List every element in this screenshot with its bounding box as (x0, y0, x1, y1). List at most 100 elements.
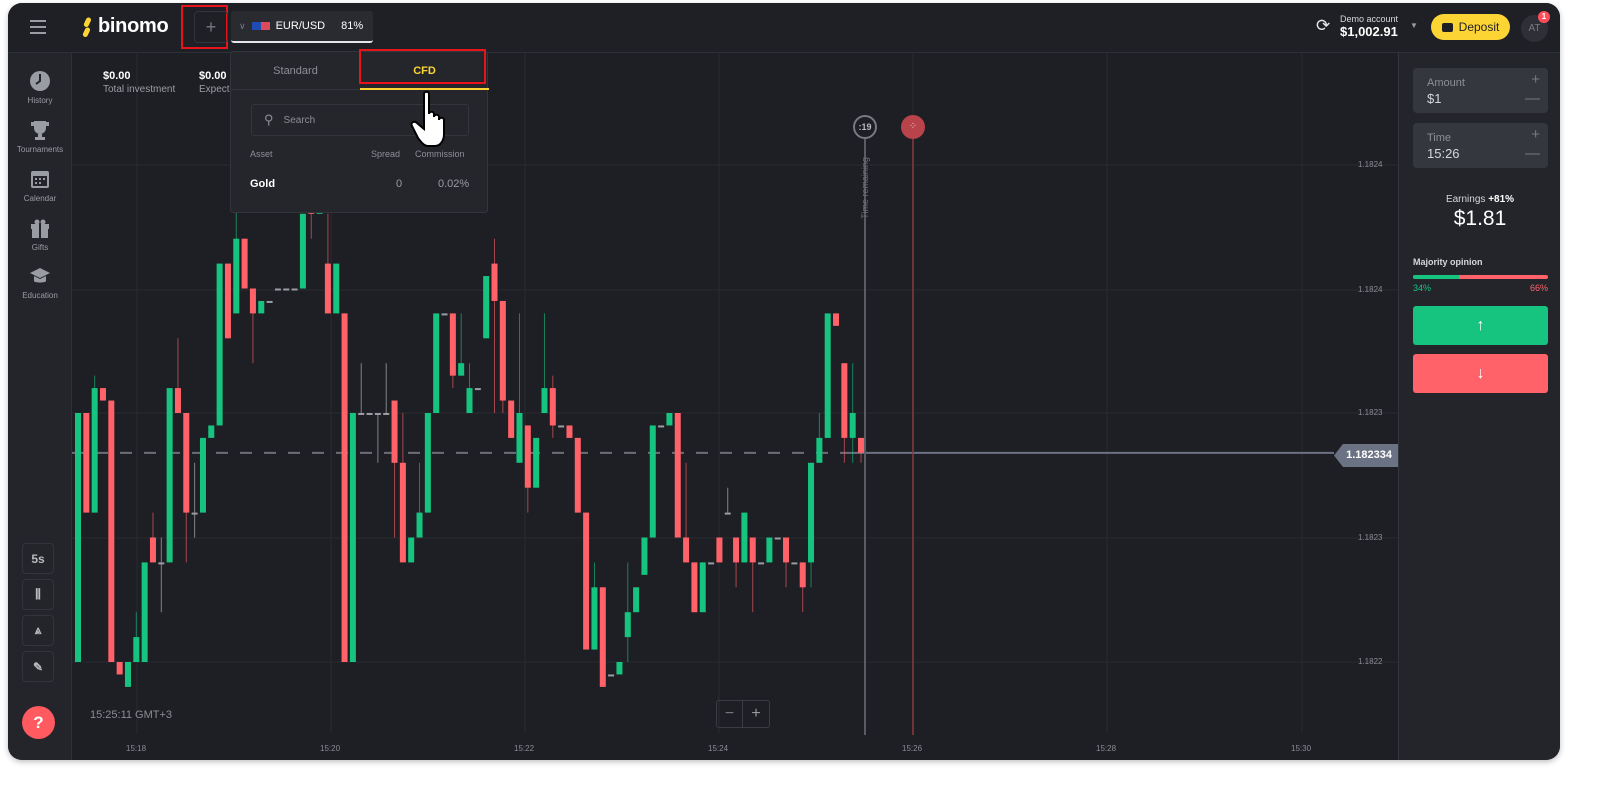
sidebar-item-calendar[interactable]: Calendar (8, 168, 72, 203)
asset-row-gold[interactable]: Gold 0 0.02% (231, 170, 487, 198)
candle-body (766, 537, 773, 563)
menu-icon[interactable] (30, 20, 46, 34)
candle-body (533, 437, 540, 488)
candle-body (849, 413, 856, 438)
majority-up-fill (1413, 275, 1459, 279)
logo[interactable]: binomo (80, 15, 169, 38)
total-investment-label: Total investment (103, 84, 176, 95)
candle-body (708, 562, 715, 565)
candle-body (358, 413, 365, 415)
chart-clock: 15:25:11 GMT+3 (90, 709, 173, 721)
candle-body (716, 537, 723, 563)
earnings-label: Earnings (1445, 194, 1486, 205)
price-axis-label: 1.1823 (1358, 408, 1383, 417)
candle-body (616, 662, 623, 675)
time-field[interactable]: Time 15:26 + — (1413, 123, 1548, 168)
sidebar-item-label: Tournaments (16, 145, 64, 154)
sidebar-item-tournaments[interactable]: Tournaments (8, 119, 72, 154)
candle-body (408, 537, 415, 563)
plus-icon[interactable]: + (1531, 126, 1540, 143)
candle-body (341, 313, 348, 662)
candle-body (591, 587, 598, 650)
earnings-value: $1.81 (1453, 207, 1507, 230)
candle-body (449, 313, 456, 376)
time-axis-label: 15:28 (1096, 744, 1117, 753)
time-value: 15:26 (1427, 146, 1460, 161)
plus-icon[interactable]: + (1531, 71, 1540, 88)
candle-body (641, 537, 648, 575)
refresh-icon[interactable]: ⟳ (1316, 16, 1330, 36)
deposit-button[interactable]: Deposit (1431, 14, 1510, 40)
tab-standard[interactable]: Standard (231, 52, 360, 90)
call-up-button[interactable]: ↑ (1413, 306, 1548, 345)
candle-body (833, 313, 840, 326)
asset-spread: 0 (396, 178, 403, 190)
candle-body (458, 363, 465, 376)
wallet-icon (1441, 22, 1453, 32)
amount-field[interactable]: Amount $1 + — (1413, 68, 1548, 113)
candle-body (383, 413, 390, 415)
candle-body (274, 288, 281, 291)
account-balance: $1,002.91 (1340, 24, 1398, 39)
candle-body (191, 512, 198, 515)
logo-text: binomo (98, 15, 169, 37)
candles-icon: ⫼ (35, 587, 41, 601)
zoom-out-button[interactable]: − (717, 701, 743, 727)
candle-body (466, 388, 473, 413)
asset-selector[interactable]: ∨ EUR/USD 81% (231, 11, 373, 43)
candle-body (416, 512, 423, 538)
candle-body (724, 512, 731, 515)
candle-body (499, 300, 506, 401)
candle-body (266, 300, 273, 303)
chart-type-button[interactable]: ⫼ (22, 579, 54, 610)
notification-badge: 1 (1538, 11, 1550, 23)
candle-body (733, 537, 740, 563)
candle-body (599, 587, 606, 687)
minus-icon[interactable]: — (1525, 145, 1540, 162)
candle-body (208, 425, 215, 438)
drawing-button[interactable]: ✎ (22, 651, 54, 682)
candle-body (149, 537, 156, 563)
candle-body (674, 413, 681, 538)
caret-down-icon[interactable]: ▼ (1410, 21, 1418, 30)
sidebar-item-label: History (27, 96, 53, 105)
majority-up: 34% (1413, 283, 1432, 293)
candle-body (783, 537, 790, 563)
candle-body (441, 313, 448, 316)
candle-body (174, 388, 181, 413)
candle-body (399, 462, 406, 563)
arrow-down-icon: ↓ (1476, 365, 1485, 382)
earnings-percent: +81% (1488, 194, 1515, 205)
candle-body (741, 512, 748, 563)
candle-body (374, 413, 381, 415)
candle-body (491, 263, 498, 301)
timeframe-button[interactable]: 5s (22, 543, 54, 574)
candle-body (216, 263, 223, 426)
help-button[interactable]: ? (22, 706, 55, 739)
zoom-in-button[interactable]: + (743, 701, 769, 727)
asset-commission: 0.02% (438, 178, 470, 190)
search-icon: ⚲ (264, 112, 274, 127)
trade-panel: Amount $1 + — Time 15:26 + — Earnings +8… (1398, 53, 1560, 760)
account-switcher[interactable]: Demo account $1,002.91 (1340, 14, 1398, 39)
earnings: Earnings +81% (1399, 194, 1560, 205)
candle-body (349, 413, 356, 662)
candle-body (583, 512, 590, 650)
add-asset-button[interactable]: + (194, 11, 228, 43)
majority-down: 66% (1530, 283, 1549, 293)
put-down-button[interactable]: ↓ (1413, 354, 1548, 393)
sidebar-item-label: Calendar (23, 194, 57, 203)
sidebar-item-history[interactable]: History (8, 70, 72, 105)
cfd-highlight (359, 49, 486, 84)
sidebar-item-gifts[interactable]: Gifts (8, 217, 72, 252)
candle-body (816, 437, 823, 463)
indicators-button[interactable]: ⩓ (22, 615, 54, 646)
column-asset: Asset (250, 149, 273, 159)
minus-icon[interactable]: — (1525, 90, 1540, 107)
candle-body (516, 413, 523, 463)
candle-body (141, 562, 148, 662)
total-investment: $0.00 Total investment (103, 70, 175, 95)
candle-body (841, 363, 848, 438)
sidebar-item-education[interactable]: Education (8, 265, 72, 300)
candle-body (291, 288, 298, 291)
